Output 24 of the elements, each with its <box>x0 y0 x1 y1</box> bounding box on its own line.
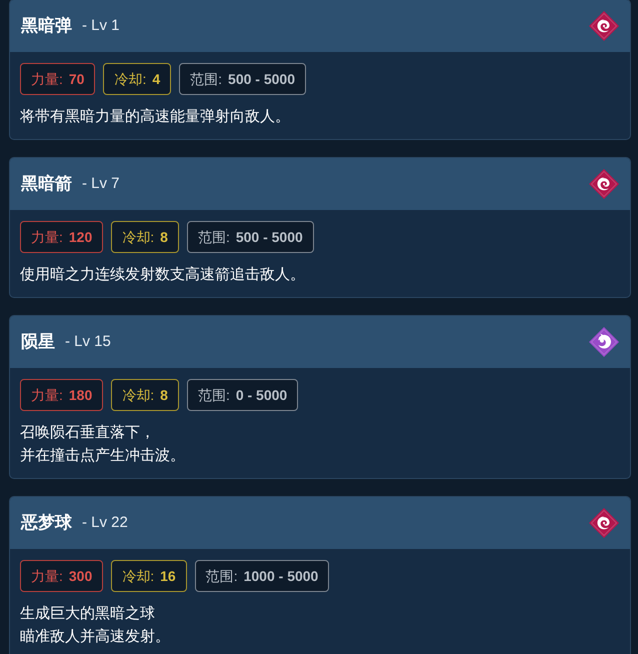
power-stat: 力量: 180 <box>20 379 104 411</box>
power-stat: 力量: 120 <box>20 221 104 253</box>
cooldown-stat: 冷却: 8 <box>111 379 179 411</box>
cooldown-stat: 冷却: 4 <box>103 63 172 95</box>
power-stat: 力量: 300 <box>20 560 104 592</box>
skill-name: 陨星 <box>21 331 55 354</box>
range-stat: 范围: 500 - 5000 <box>179 63 306 95</box>
cooldown-stat: 冷却: 8 <box>111 221 179 253</box>
skill-name: 黑暗弹 <box>21 15 72 38</box>
skill-name: 黑暗箭 <box>21 173 72 196</box>
skill-description: 召唤陨石垂直落下， 并在撞击点产生冲击波。 <box>20 423 186 466</box>
skill-level: - Lv 15 <box>65 332 111 352</box>
skill-description: 将带有黑暗力量的高速能量弹射向敌人。 <box>20 107 291 127</box>
skill-level: - Lv 22 <box>82 512 128 533</box>
cooldown-stat: 冷却: 16 <box>111 560 187 592</box>
skill-name: 恶梦球 <box>21 512 72 534</box>
skill-level: - Lv 1 <box>82 16 120 36</box>
range-stat: 范围: 0 - 5000 <box>186 379 298 411</box>
power-stat: 力量: 70 <box>20 63 96 95</box>
range-stat: 范围: 1000 - 5000 <box>194 560 330 592</box>
skill-description: 使用暗之力连续发射数支高速箭追击敌人。 <box>20 265 306 285</box>
range-stat: 范围: 500 - 5000 <box>186 221 314 253</box>
skill-level: - Lv 7 <box>82 174 120 194</box>
skill-description: 生成巨大的黑暗之球 瞄准敌人并高速发射。 <box>20 604 171 647</box>
